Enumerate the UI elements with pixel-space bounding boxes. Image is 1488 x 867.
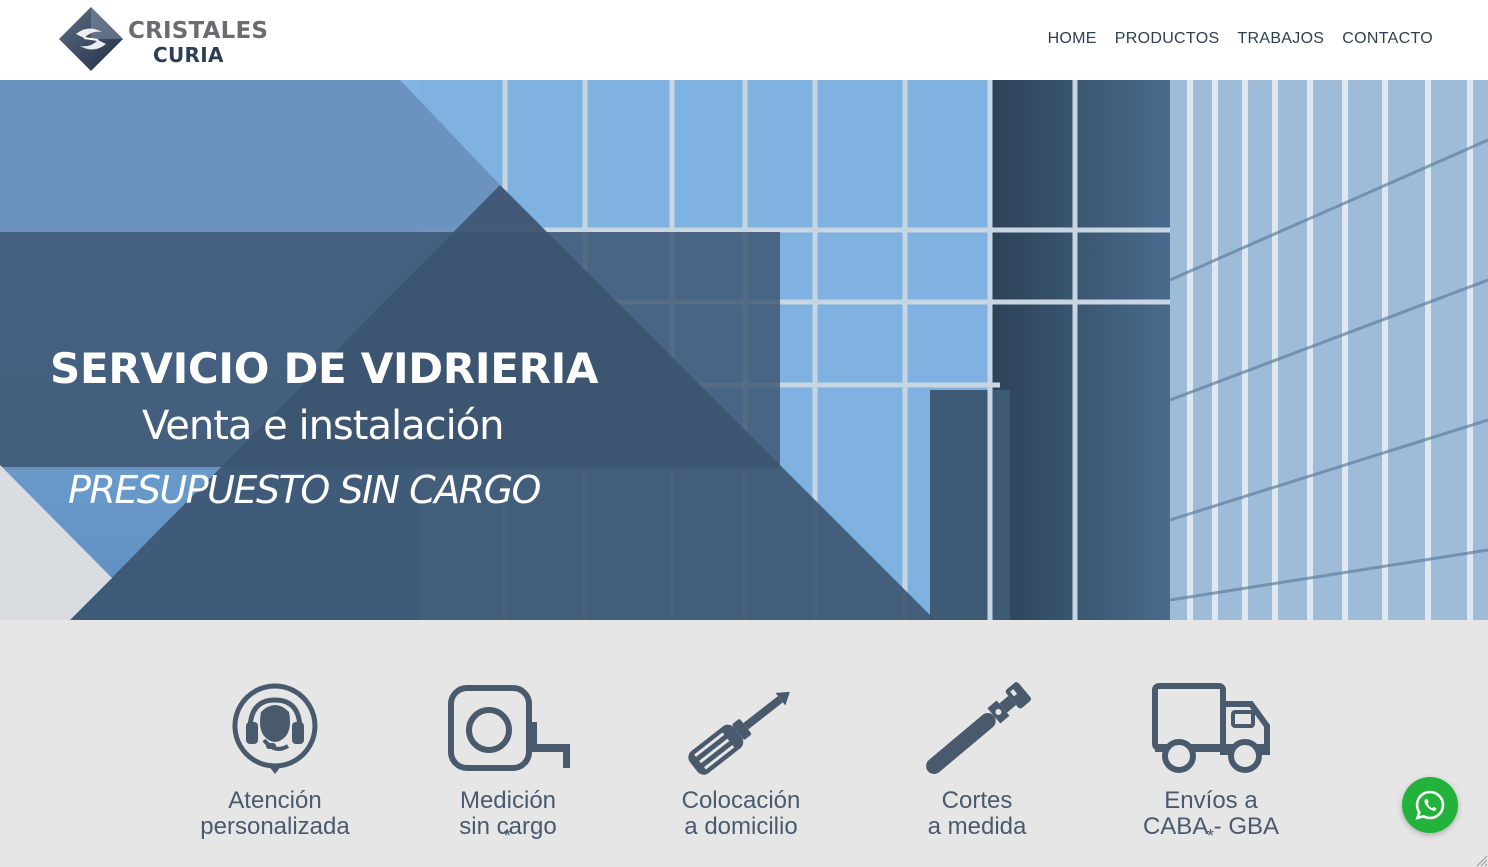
main-nav: HOME PRODUCTOS TRABAJOS CONTACTO	[1048, 30, 1433, 48]
brand-name-line1: CRISTALES	[128, 18, 269, 44]
glass-cutter-icon	[926, 682, 1031, 774]
cc-diamond-logo-icon	[59, 7, 123, 71]
nav-contacto[interactable]: CONTACTO	[1342, 30, 1433, 48]
nav-productos[interactable]: PRODUCTOS	[1115, 30, 1220, 48]
features-section: Atención personalizada Medición sin carg…	[0, 620, 1488, 867]
nav-home[interactable]: HOME	[1048, 30, 1097, 48]
whatsapp-icon	[1415, 790, 1445, 820]
footnote-asterisk: *	[1207, 826, 1215, 846]
feature-medicion: Medición sin cargo	[398, 682, 618, 840]
brand-name-line2: CURIA	[153, 43, 224, 67]
site-header: CRISTALES CURIA HOME PRODUCTOS TRABAJOS …	[0, 0, 1488, 80]
tape-measure-icon	[448, 685, 570, 771]
truck-icon	[1152, 683, 1270, 773]
nav-trabajos[interactable]: TRABAJOS	[1237, 30, 1324, 48]
whatsapp-button[interactable]	[1402, 777, 1458, 833]
headset-icon	[232, 683, 318, 774]
hero-banner: SERVICIO DE VIDRIERIA Venta e instalació…	[0, 80, 1488, 620]
screwdriver-icon	[688, 691, 790, 775]
feature-label: Atención personalizada	[200, 787, 350, 840]
feature-envios: Envíos a CABA - GBA	[1101, 682, 1321, 840]
hero-tagline: PRESUPUESTO SIN CARGO	[68, 468, 541, 512]
feature-label: Cortes a medida	[927, 787, 1027, 840]
footnote-asterisk: *	[504, 826, 512, 846]
feature-cortes: Cortes a medida	[867, 682, 1087, 840]
hero-title: SERVICIO DE VIDRIERIA	[50, 344, 599, 393]
feature-label: Colocación a domicilio	[681, 787, 801, 840]
feature-atencion: Atención personalizada	[165, 682, 385, 840]
feature-colocacion: Colocación a domicilio	[631, 682, 851, 840]
brand-logo[interactable]: CRISTALES CURIA	[58, 6, 268, 74]
hero-subtitle: Venta e instalación	[142, 403, 505, 449]
resize-grip-icon[interactable]	[1474, 853, 1488, 867]
